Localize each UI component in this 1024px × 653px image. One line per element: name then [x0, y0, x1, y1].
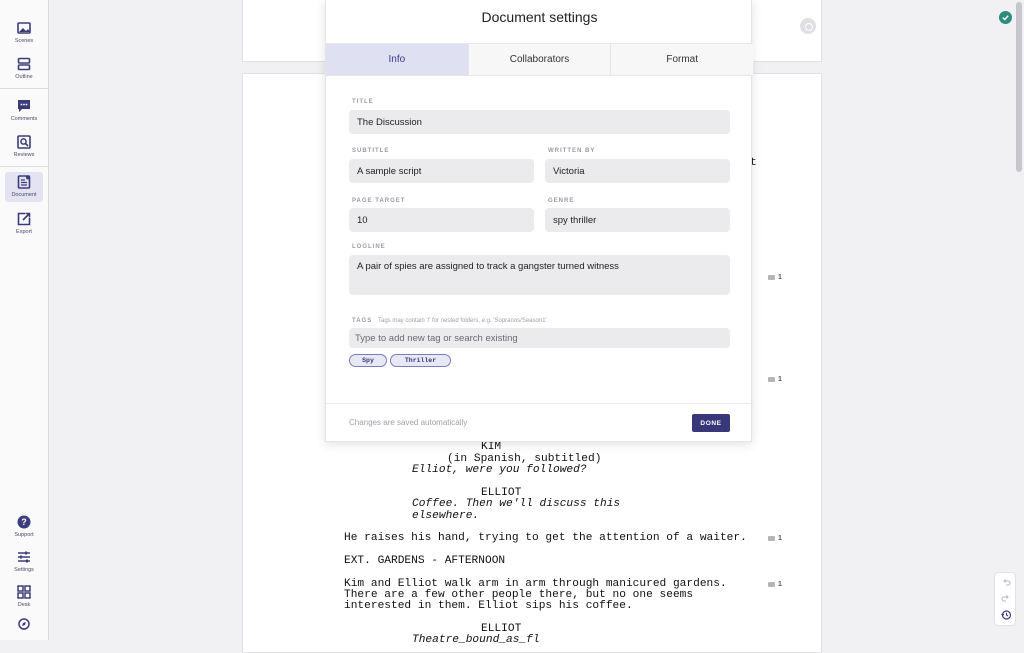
sidebar-item-scenes[interactable]: Scenes	[5, 18, 43, 48]
written-by-label: WRITTEN BY	[548, 148, 596, 154]
action-line[interactable]: interested in them. Elliot sips his coff…	[344, 600, 633, 613]
tags-input[interactable]: Type to add new tag or search existing	[349, 328, 730, 348]
genre-field[interactable]: spy thriller	[545, 208, 730, 232]
document-icon	[17, 175, 31, 189]
tags-hint: Tags may contain '/' for nested folders,…	[378, 318, 547, 324]
comment-count-marker[interactable]: 1	[768, 581, 782, 588]
settings-tabs: Info Collaborators Format	[326, 43, 754, 76]
sidebar-item-reviews[interactable]: Reviews	[5, 132, 43, 162]
comment-bubble-icon	[768, 582, 775, 587]
written-by-field[interactable]: Victoria	[545, 159, 730, 183]
export-icon	[17, 212, 31, 226]
dialog-title: Document settings	[481, 9, 598, 25]
dialogue-line[interactable]: elsewhere.	[412, 510, 479, 523]
sidebar-divider	[0, 166, 49, 167]
redo-icon	[1001, 595, 1009, 602]
comment-icon	[18, 100, 30, 112]
left-sidebar: Scenes Outline Comments Reviews Document…	[0, 0, 49, 640]
review-icon	[17, 135, 31, 149]
compass-icon	[18, 618, 30, 630]
check-icon	[1002, 15, 1009, 21]
history-button[interactable]	[999, 608, 1013, 622]
tab-format[interactable]: Format	[611, 44, 754, 75]
comment-bubble-icon	[768, 377, 775, 382]
dialogue-line[interactable]: Elliot, were you followed?	[412, 464, 587, 477]
sidebar-item-label: Settings	[14, 567, 34, 573]
scene-heading[interactable]: EXT. GARDENS - AFTERNOON	[344, 555, 505, 568]
sliders-icon	[18, 551, 30, 563]
sidebar-item-outline[interactable]: Outline	[5, 54, 43, 84]
help-icon: ?	[17, 515, 31, 529]
sidebar-item-settings[interactable]: Settings	[5, 547, 43, 577]
dialogue-line[interactable]: Theatre_bound_as_fl	[412, 634, 540, 647]
tag-pill-spy[interactable]: Spy	[349, 354, 387, 367]
comment-count-marker[interactable]: 1	[768, 274, 782, 281]
history-icon	[1001, 610, 1012, 620]
sidebar-item-export[interactable]: Export	[5, 209, 43, 239]
comment-count-marker[interactable]: 1	[768, 535, 782, 542]
sidebar-item-label: Comments	[10, 116, 38, 122]
comment-bubble-icon	[768, 536, 775, 541]
undo-icon	[1003, 579, 1011, 586]
tab-info[interactable]: Info	[326, 44, 469, 75]
sidebar-item-document[interactable]: Document	[5, 172, 43, 202]
page-target-field[interactable]: 10	[349, 208, 534, 232]
redo-button[interactable]	[999, 592, 1013, 606]
outline-icon	[17, 57, 31, 71]
sidebar-item-label: Outline	[15, 74, 33, 80]
scrollbar-thumb[interactable]	[1016, 2, 1022, 172]
tag-pill-thriller[interactable]: Thriller	[390, 354, 451, 367]
sidebar-item-label: Desk	[17, 602, 31, 608]
subtitle-field[interactable]: A sample script	[349, 159, 534, 183]
subtitle-label: SUBTITLE	[352, 148, 390, 154]
sidebar-item-label: Reviews	[13, 152, 35, 158]
genre-label: GENRE	[548, 198, 575, 204]
dialogue-line[interactable]: Coffee. Then we'll discuss this	[412, 498, 620, 511]
sidebar-item-label: Document	[11, 192, 37, 198]
autosave-status: Changes are saved automatically	[349, 418, 468, 427]
undo-button[interactable]	[999, 576, 1013, 590]
sidebar-item-desk[interactable]: Desk	[5, 582, 43, 612]
sidebar-item-support[interactable]: ? Support	[5, 512, 43, 542]
tab-collaborators[interactable]: Collaborators	[468, 44, 612, 75]
logline-label: LOGLINE	[352, 244, 386, 250]
comment-count-marker[interactable]: 1	[768, 376, 782, 383]
document-settings-dialog: Document settings Info Collaborators For…	[325, 0, 754, 442]
page-avatar-placeholder[interactable]	[800, 18, 816, 34]
done-button[interactable]: DONE	[692, 414, 730, 432]
history-controls	[994, 572, 1016, 626]
comment-bubble-icon	[768, 275, 775, 280]
vertical-scrollbar[interactable]	[1015, 0, 1024, 640]
tags-label: TAGS	[352, 318, 373, 324]
image-icon	[17, 22, 31, 34]
dialog-footer: Changes are saved automatically DONE	[326, 403, 753, 442]
character-name[interactable]: KIM	[481, 441, 501, 454]
sidebar-item-comments[interactable]: Comments	[5, 96, 43, 126]
grid-icon	[17, 585, 31, 599]
logline-field[interactable]: A pair of spies are assigned to track a …	[349, 255, 730, 295]
sidebar-item-label: Export	[16, 229, 32, 235]
title-field[interactable]: The Discussion	[349, 110, 730, 134]
svg-text:?: ?	[21, 517, 27, 527]
title-label: TITLE	[352, 99, 374, 105]
saved-status-icon	[999, 11, 1012, 24]
action-line[interactable]: He raises his hand, trying to get the at…	[344, 532, 747, 545]
sidebar-item-label: Scenes	[14, 38, 34, 44]
page-target-label: PAGE TARGET	[352, 198, 406, 204]
sidebar-divider	[0, 88, 49, 89]
sidebar-item-label: Support	[14, 532, 34, 538]
